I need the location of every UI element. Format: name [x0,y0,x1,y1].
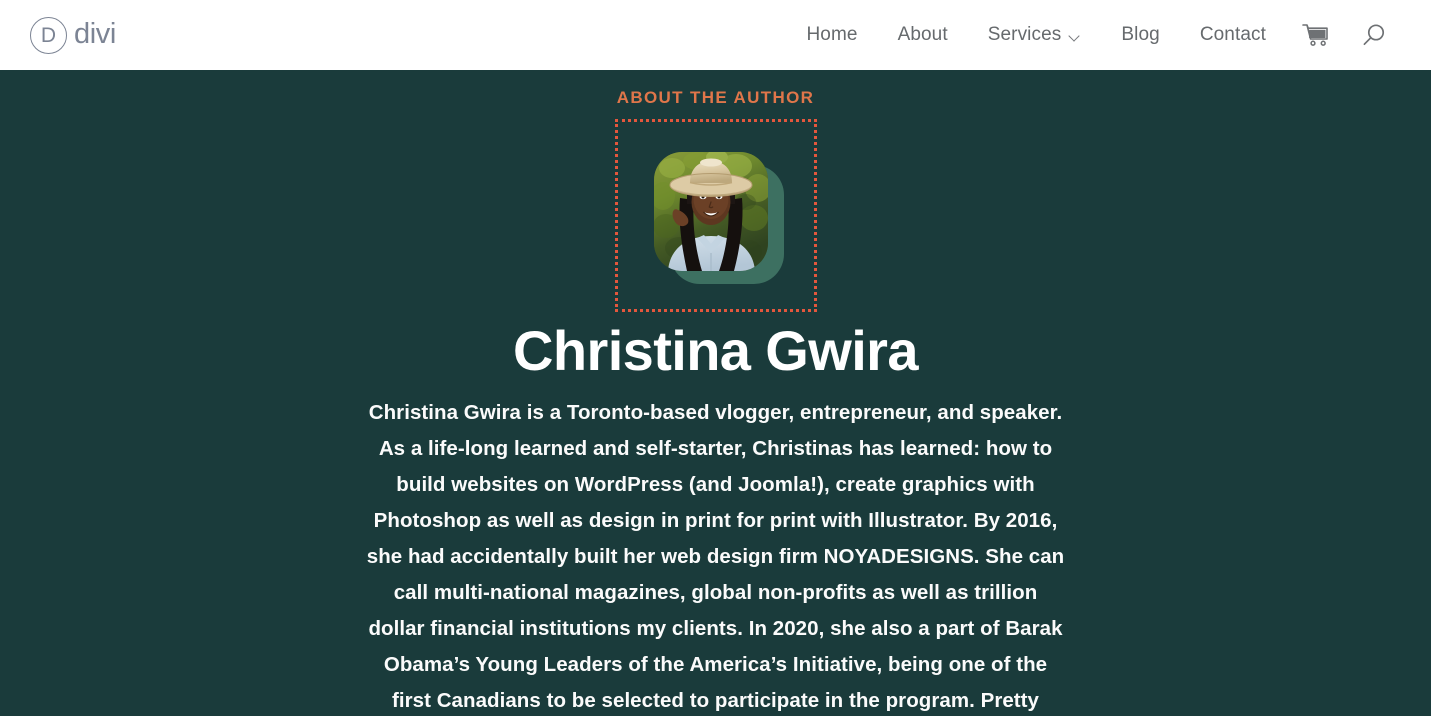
nav-item-about-label: About [897,24,948,45]
logo-wordmark: divi [74,17,116,50]
page-root: D divi Home About Services Blog Contact [0,0,1431,716]
nav-item-home[interactable]: Home [786,24,877,46]
shopping-cart-icon[interactable] [1286,23,1345,47]
nav-item-services-label: Services [987,24,1062,45]
avatar [653,152,784,285]
search-icon[interactable] [1345,22,1403,48]
section-eyebrow-label: ABOUT THE AUTHOR [616,88,815,107]
nav-item-home-label: Home [806,24,858,45]
site-header: D divi Home About Services Blog Contact [0,0,1431,70]
primary-navigation: Home About Services Blog Contact [786,22,1403,48]
author-bio-paragraph: Christina Gwira is a Toronto-based vlogg… [366,401,1065,713]
nav-item-contact[interactable]: Contact [1180,24,1286,46]
avatar-dotted-frame [614,119,817,313]
nav-item-blog-label: Blog [1121,24,1160,45]
chevron-down-icon [1070,31,1081,42]
about-the-author-section: ABOUT THE AUTHOR Christina Gwira Christi… [0,70,1431,716]
site-logo[interactable]: D divi [30,16,116,54]
nav-item-services[interactable]: Services [968,24,1102,46]
author-name-heading: Christina Gwira [513,319,918,383]
nav-item-about[interactable]: About [878,24,968,46]
author-portrait-photo-icon [653,152,768,272]
logo-mark-letter: D [40,23,57,47]
nav-item-blog[interactable]: Blog [1101,24,1179,46]
nav-item-contact-label: Contact [1199,24,1266,45]
divi-logo-circle-d-icon: D [30,16,67,54]
